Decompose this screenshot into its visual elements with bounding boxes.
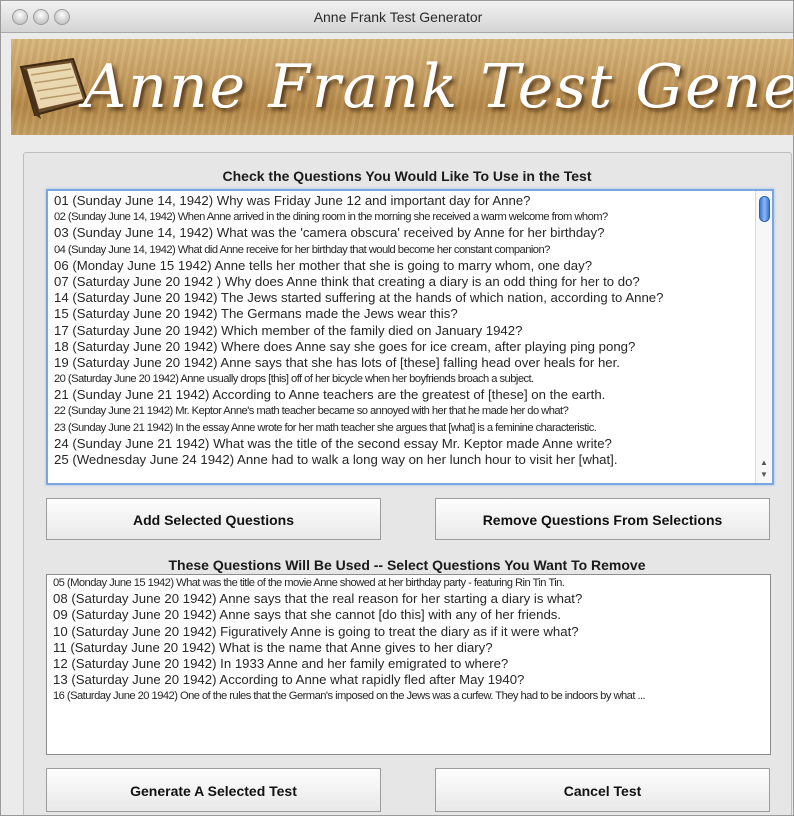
list-item[interactable]: 22 (Sunday June 21 1942) Mr. Keptor Anne… (48, 403, 754, 419)
book-icon (19, 57, 89, 119)
banner-title: Anne Frank Test Generator (83, 52, 794, 122)
header-banner: Anne Frank Test Generator (11, 39, 794, 135)
available-list-scrollbar[interactable]: ▲ ▼ (755, 191, 772, 483)
list-item[interactable]: 18 (Saturday June 20 1942) Where does An… (48, 339, 754, 355)
list-item[interactable]: 17 (Saturday June 20 1942) Which member … (48, 323, 754, 339)
list-item[interactable]: 23 (Sunday June 21 1942) In the essay An… (48, 420, 754, 436)
selected-items: 05 (Monday June 15 1942) What was the ti… (47, 575, 766, 705)
list-item[interactable]: 14 (Saturday June 20 1942) The Jews star… (48, 290, 754, 306)
list-item[interactable]: 15 (Saturday June 20 1942) The Germans m… (48, 306, 754, 322)
list-item[interactable]: 05 (Monday June 15 1942) What was the ti… (47, 575, 766, 591)
scroll-up-arrow-icon[interactable]: ▲ (756, 457, 772, 469)
available-items: 01 (Sunday June 14, 1942) Why was Friday… (48, 193, 754, 468)
list-item[interactable]: 06 (Monday June 15 1942) Anne tells her … (48, 258, 754, 274)
list-item[interactable]: 07 (Saturday June 20 1942 ) Why does Ann… (48, 274, 754, 290)
app-window: Anne Frank Test Generator Anne Frank Tes… (0, 0, 794, 816)
list-item[interactable]: 03 (Sunday June 14, 1942) What was the '… (48, 225, 754, 241)
remove-questions-button[interactable]: Remove Questions From Selections (435, 498, 770, 540)
available-questions-list[interactable]: 01 (Sunday June 14, 1942) Why was Friday… (46, 189, 774, 485)
window-title: Anne Frank Test Generator (313, 9, 483, 25)
scroll-down-arrow-icon[interactable]: ▼ (756, 469, 772, 481)
list-item[interactable]: 13 (Saturday June 20 1942) According to … (47, 672, 766, 688)
list-item[interactable]: 01 (Sunday June 14, 1942) Why was Friday… (48, 193, 754, 209)
generate-test-button[interactable]: Generate A Selected Test (46, 768, 381, 812)
list-item[interactable]: 24 (Sunday June 21 1942) What was the ti… (48, 436, 754, 452)
list-item[interactable]: 02 (Sunday June 14, 1942) When Anne arri… (48, 209, 754, 225)
list-item[interactable]: 12 (Saturday June 20 1942) In 1933 Anne … (47, 656, 766, 672)
list-item[interactable]: 20 (Saturday June 20 1942) Anne usually … (48, 371, 754, 387)
list-item[interactable]: 04 (Sunday June 14, 1942) What did Anne … (48, 242, 754, 258)
list-item[interactable]: 10 (Saturday June 20 1942) Figuratively … (47, 624, 766, 640)
add-selected-questions-button[interactable]: Add Selected Questions (46, 498, 381, 540)
list-item[interactable]: 16 (Saturday June 20 1942) One of the ru… (47, 688, 766, 704)
list-item[interactable]: 25 (Wednesday June 24 1942) Anne had to … (48, 452, 754, 468)
title-bar: Anne Frank Test Generator (1, 1, 793, 33)
list-item[interactable]: 08 (Saturday June 20 1942) Anne says tha… (47, 591, 766, 607)
selected-questions-label: These Questions Will Be Used -- Select Q… (168, 557, 646, 573)
list-item[interactable]: 21 (Sunday June 21 1942) According to An… (48, 387, 754, 403)
available-questions-label: Check the Questions You Would Like To Us… (222, 168, 592, 184)
selected-questions-list[interactable]: 05 (Monday June 15 1942) What was the ti… (46, 574, 771, 755)
list-item[interactable]: 19 (Saturday June 20 1942) Anne says tha… (48, 355, 754, 371)
cancel-test-button[interactable]: Cancel Test (435, 768, 770, 812)
scrollbar-thumb[interactable] (759, 196, 770, 222)
list-item[interactable]: 09 (Saturday June 20 1942) Anne says tha… (47, 607, 766, 623)
list-item[interactable]: 11 (Saturday June 20 1942) What is the n… (47, 640, 766, 656)
